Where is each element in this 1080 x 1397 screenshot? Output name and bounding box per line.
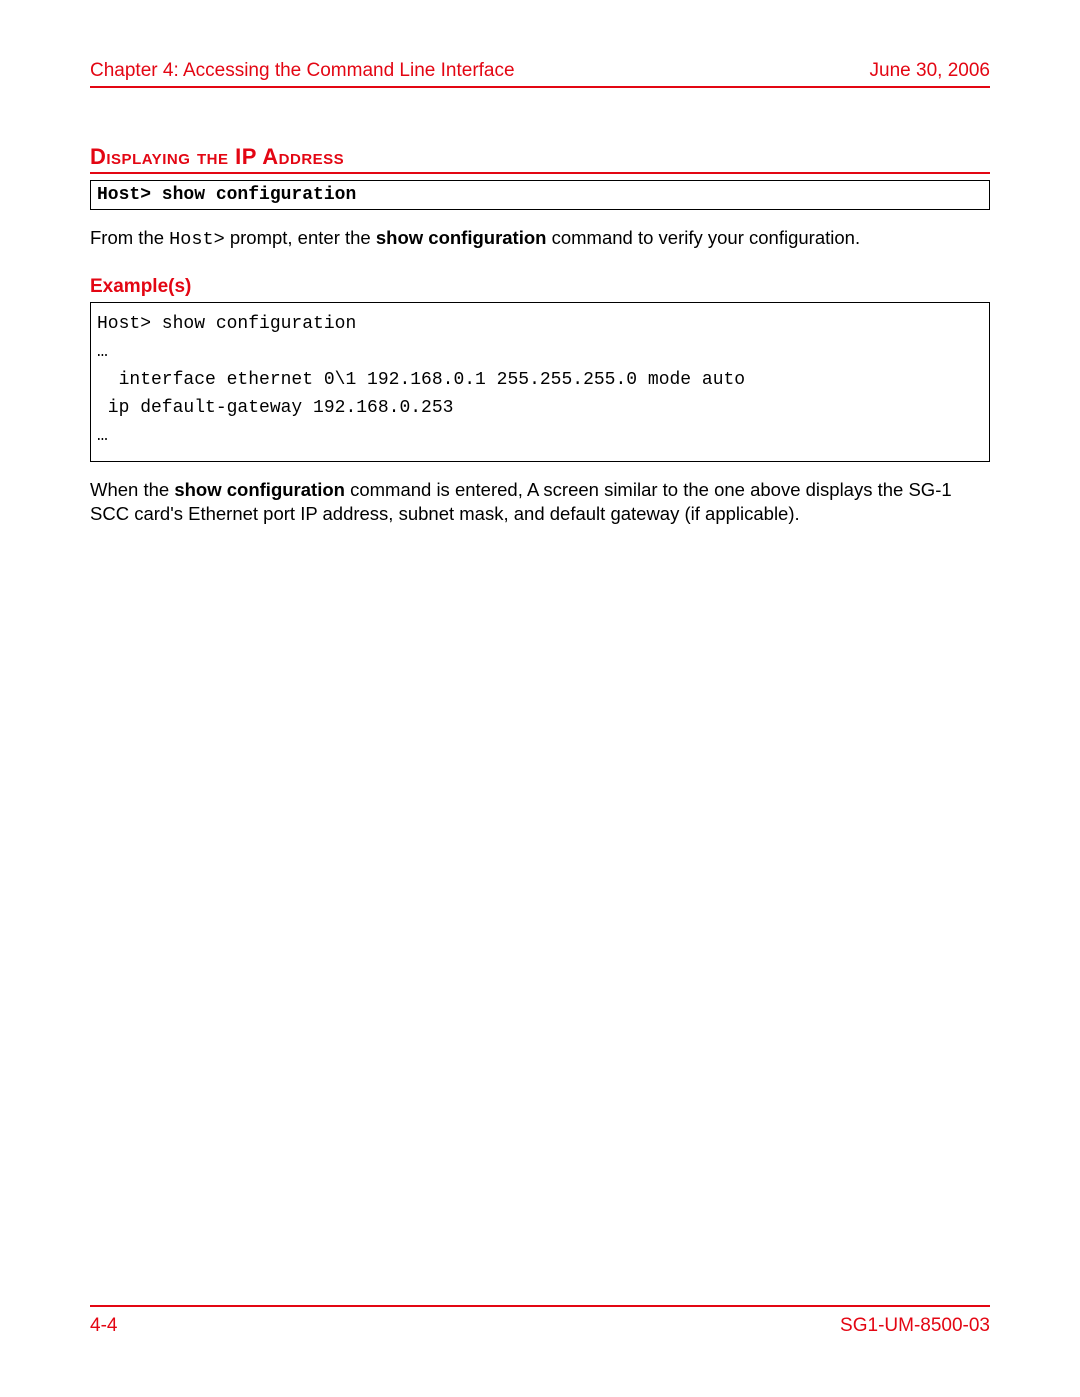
section-heading: Displaying the IP Address — [90, 144, 990, 174]
intro-mid: prompt, enter the — [225, 227, 376, 248]
document-page: Chapter 4: Accessing the Command Line In… — [0, 0, 1080, 1397]
intro-paragraph: From the Host> prompt, enter the show co… — [90, 226, 990, 252]
outro-paragraph: When the show configuration command is e… — [90, 478, 990, 526]
examples-heading: Example(s) — [90, 276, 990, 298]
page-number: 4-4 — [90, 1315, 117, 1337]
intro-bold: show configuration — [376, 227, 547, 248]
document-id: SG1-UM-8500-03 — [840, 1315, 990, 1337]
chapter-title: Chapter 4: Accessing the Command Line In… — [90, 60, 515, 82]
example-output-box: Host> show configuration … interface eth… — [90, 302, 990, 461]
intro-pre: From the — [90, 227, 169, 248]
intro-mono: Host> — [169, 229, 225, 250]
intro-post: command to verify your configuration. — [546, 227, 860, 248]
page-header: Chapter 4: Accessing the Command Line In… — [90, 60, 990, 88]
footer-row: 4-4 SG1-UM-8500-03 — [90, 1305, 990, 1337]
outro-pre: When the — [90, 479, 174, 500]
outro-bold: show configuration — [174, 479, 345, 500]
command-box: Host> show configuration — [90, 180, 990, 210]
page-footer: 4-4 SG1-UM-8500-03 — [90, 1305, 990, 1337]
header-date: June 30, 2006 — [870, 60, 990, 82]
